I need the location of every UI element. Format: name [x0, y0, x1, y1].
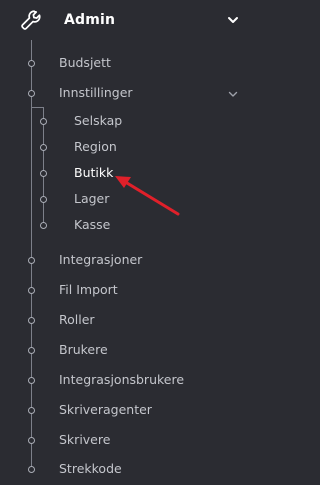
tree-node-dot [28, 287, 35, 294]
wrench-icon [21, 10, 41, 30]
chevron-down-icon[interactable] [227, 14, 239, 26]
tree-node-dot [28, 437, 35, 444]
admin-nav-menu: Admin Budsjett Innstillinger Selskap Reg… [0, 0, 256, 485]
tree-node-dot [28, 90, 35, 97]
menu-item-skriveragenter[interactable]: Skriveragenter [59, 399, 152, 421]
admin-title: Admin [64, 12, 116, 28]
tree-node-dot [28, 257, 35, 264]
tree-node-dot [40, 222, 47, 229]
submenu-item-selskap[interactable]: Selskap [74, 110, 122, 132]
tree-node-dot [40, 196, 47, 203]
tree-node-dot [28, 317, 35, 324]
tree-node-dot [40, 144, 47, 151]
submenu-item-kasse[interactable]: Kasse [74, 214, 110, 236]
menu-item-budsjett[interactable]: Budsjett [59, 52, 111, 74]
tree-node-dot [40, 170, 47, 177]
chevron-down-icon[interactable] [228, 89, 238, 99]
submenu-item-region[interactable]: Region [74, 136, 117, 158]
menu-item-skrivere[interactable]: Skrivere [59, 429, 110, 451]
menu-item-roller[interactable]: Roller [59, 309, 95, 331]
menu-item-strekkode[interactable]: Strekkode [59, 458, 122, 480]
submenu-item-butikk[interactable]: Butikk [74, 162, 113, 184]
menu-item-integrasjoner[interactable]: Integrasjoner [59, 249, 142, 271]
tree-node-dot [28, 347, 35, 354]
tree-node-dot [28, 377, 35, 384]
menu-item-brukere[interactable]: Brukere [59, 339, 108, 361]
menu-item-integrasjonsbrukere[interactable]: Integrasjonsbrukere [59, 369, 184, 391]
red-arrow-annotation [115, 176, 180, 216]
tree-node-dot [40, 118, 47, 125]
tree-node-dot [28, 60, 35, 67]
tree-line-main [31, 40, 32, 468]
submenu-item-lager[interactable]: Lager [74, 188, 109, 210]
menu-item-innstillinger[interactable]: Innstillinger [59, 82, 133, 104]
tree-node-dot [28, 466, 35, 473]
tree-node-dot [28, 407, 35, 414]
admin-section-header[interactable]: Admin [0, 0, 256, 40]
menu-item-fil-import[interactable]: Fil Import [59, 279, 118, 301]
